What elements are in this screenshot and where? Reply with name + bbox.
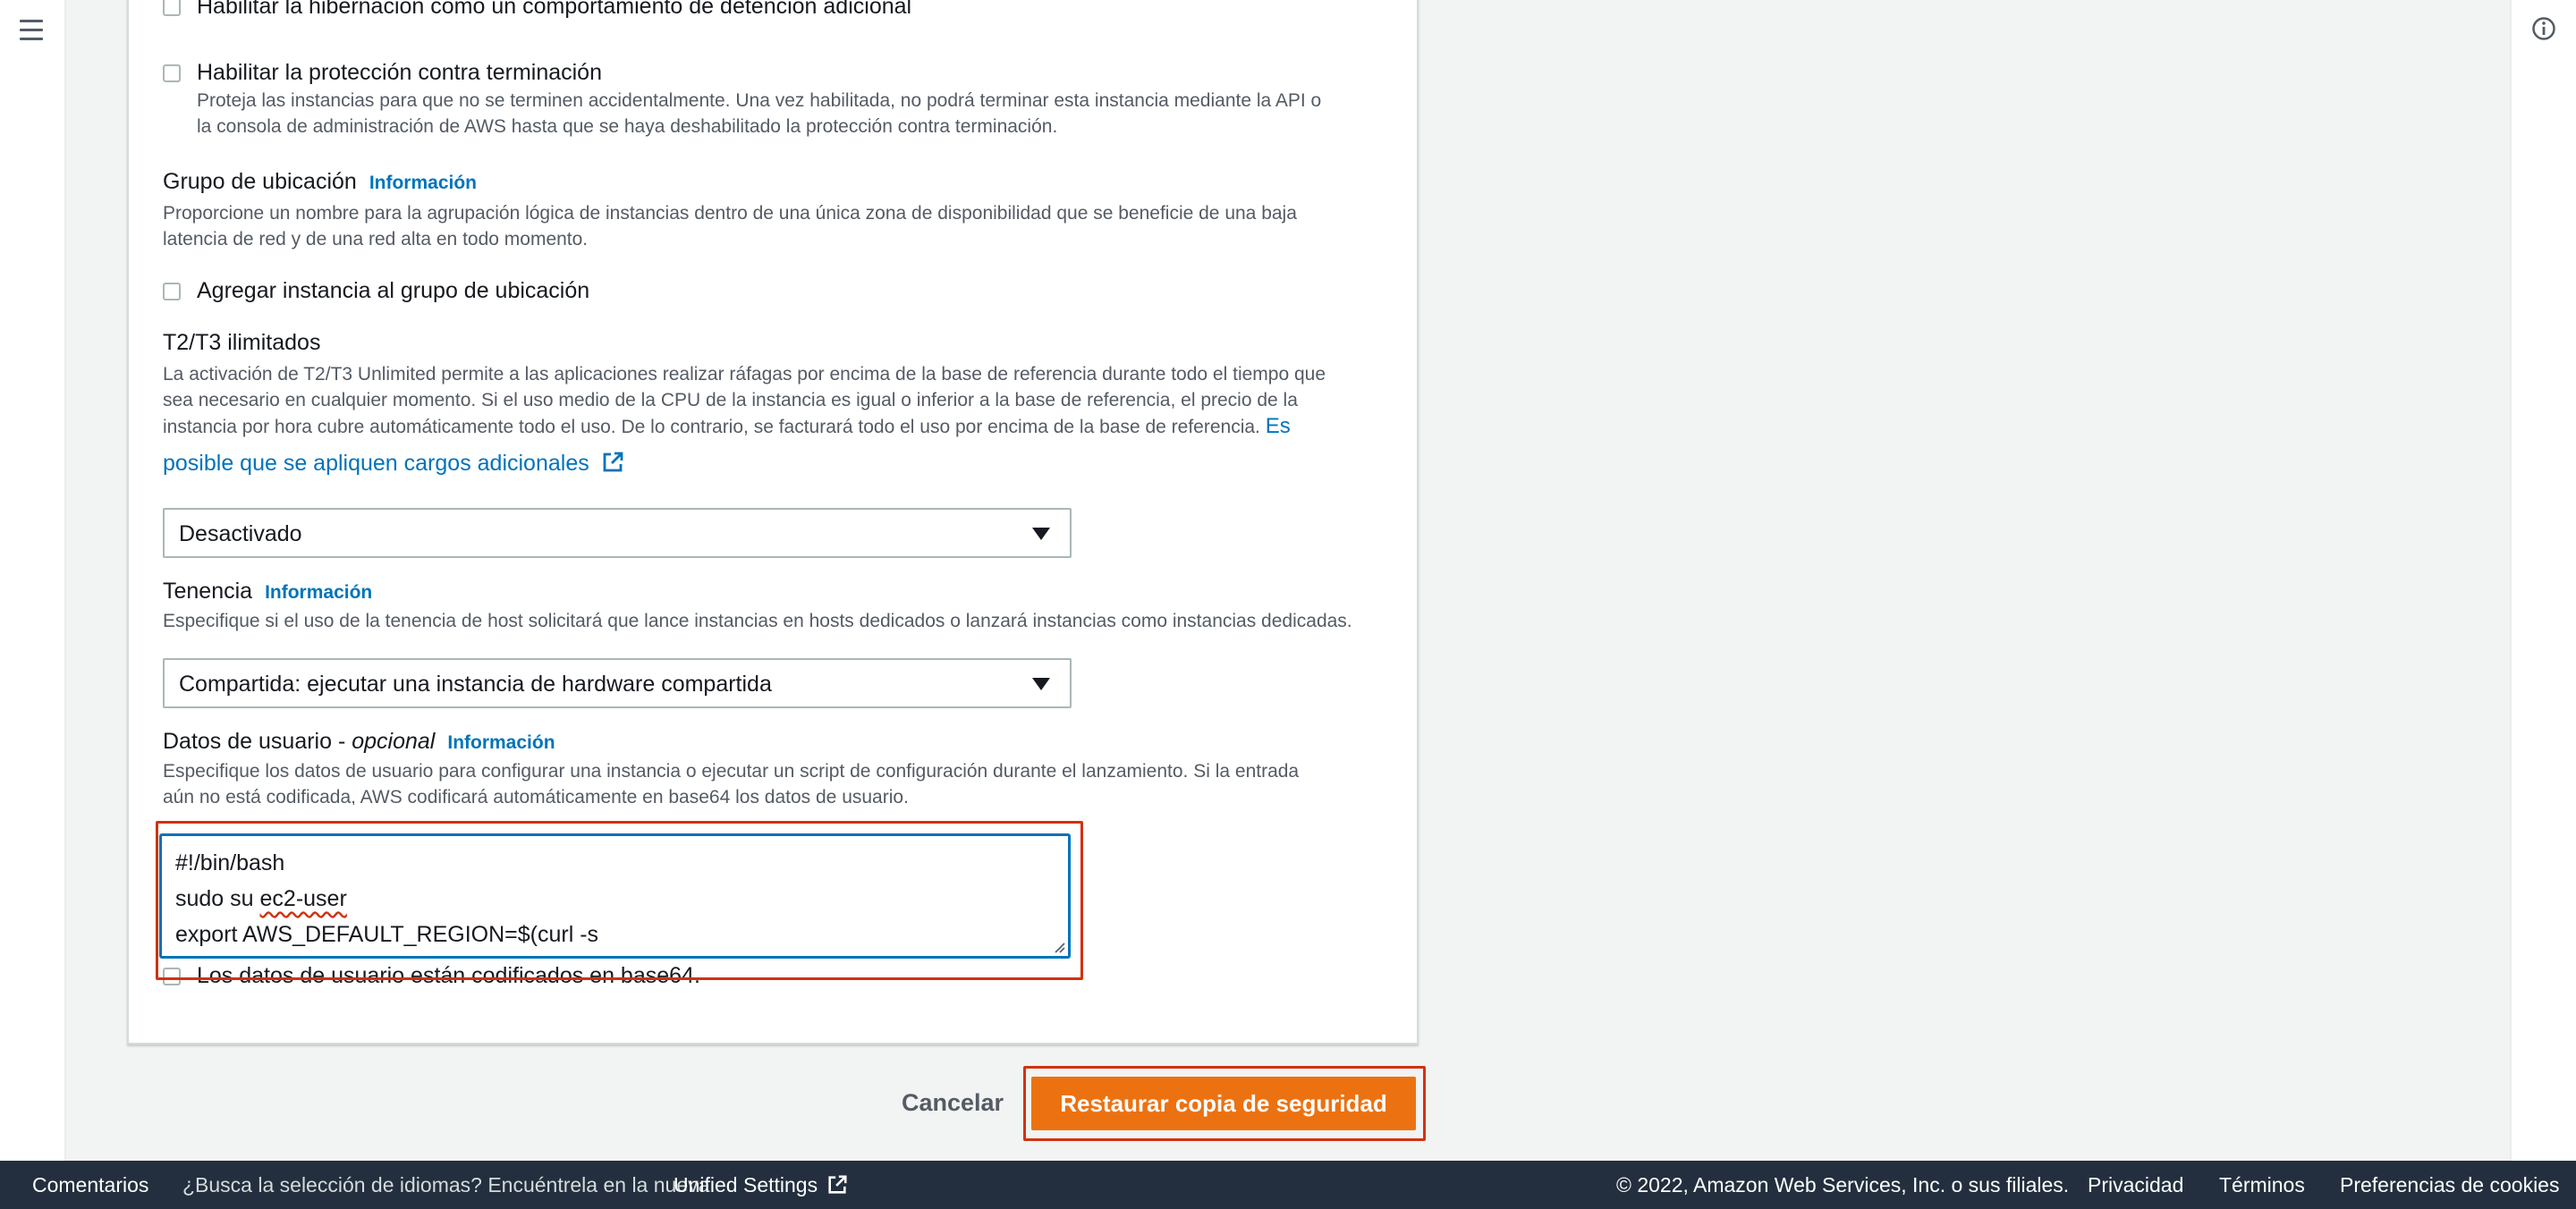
unlimited-heading: T2/T3 ilimitados [163,330,321,355]
user-data-description: Especifique los datos de usuario para co… [163,761,1300,805]
placement-group-checkbox[interactable] [163,283,181,300]
placement-group-heading: Grupo de ubicación Información [163,169,477,194]
external-link-icon [603,452,623,472]
termination-protection-description: Proteja las instancias para que no se te… [197,90,1322,137]
unified-settings-link[interactable]: Unified Settings [674,1173,848,1197]
placement-group-checkbox-label: Agregar instancia al grupo de ubicación [197,278,590,303]
resize-handle-icon[interactable] [1053,941,1065,953]
additional-charges-link[interactable]: posible que se apliquen cargos adicional… [163,447,624,479]
user-data-textarea[interactable]: #!/bin/bash sudo su ec2-user export AWS_… [159,833,1071,959]
left-navigation-rail [0,0,66,1161]
info-icon[interactable] [2531,16,2556,41]
additional-charges-link-start[interactable]: Es [1266,414,1291,438]
privacy-link[interactable]: Privacidad [2088,1173,2183,1197]
termination-protection-checkbox[interactable] [163,64,181,82]
tenancy-select[interactable]: Compartida: ejecutar una instancia de ha… [163,658,1072,708]
placement-group-description: Proporcione un nombre para la agrupación… [163,203,1297,249]
hibernation-checkbox[interactable] [163,0,181,16]
unlimited-select[interactable]: Desactivado [163,508,1072,558]
external-link-icon [828,1175,848,1194]
unlimited-description: La activación de T2/T3 Unlimited permite… [163,364,1326,438]
cookie-preferences-link[interactable]: Preferencias de cookies [2340,1173,2559,1197]
cancel-button[interactable]: Cancelar [902,1089,1004,1117]
tenancy-info-link[interactable]: Información [265,582,372,603]
copyright-text: © 2022, Amazon Web Services, Inc. o sus … [1616,1173,2070,1196]
terms-link[interactable]: Términos [2219,1173,2305,1197]
dropdown-caret-icon [1032,678,1050,690]
hibernation-label: Habilitar la hibernación como un comport… [197,0,912,19]
language-prompt: ¿Busca la selección de idiomas? Encuéntr… [182,1173,710,1196]
tenancy-description: Especifique si el uso de la tenencia de … [163,611,1352,631]
footer: Comentarios ¿Busca la selección de idiom… [0,1161,2576,1209]
right-tools-rail [2510,0,2576,1161]
dropdown-caret-icon [1032,528,1050,540]
user-data-heading: Datos de usuario - opcional Información [163,729,555,754]
restore-backup-button[interactable]: Restaurar copia de seguridad [1031,1077,1416,1130]
termination-protection-label: Habilitar la protección contra terminaci… [197,60,602,85]
menu-icon[interactable] [20,20,43,46]
tenancy-heading: Tenencia Información [163,579,373,604]
placement-group-info-link[interactable]: Información [369,173,477,193]
user-data-info-link[interactable]: Información [447,732,555,753]
feedback-link[interactable]: Comentarios [32,1173,148,1197]
